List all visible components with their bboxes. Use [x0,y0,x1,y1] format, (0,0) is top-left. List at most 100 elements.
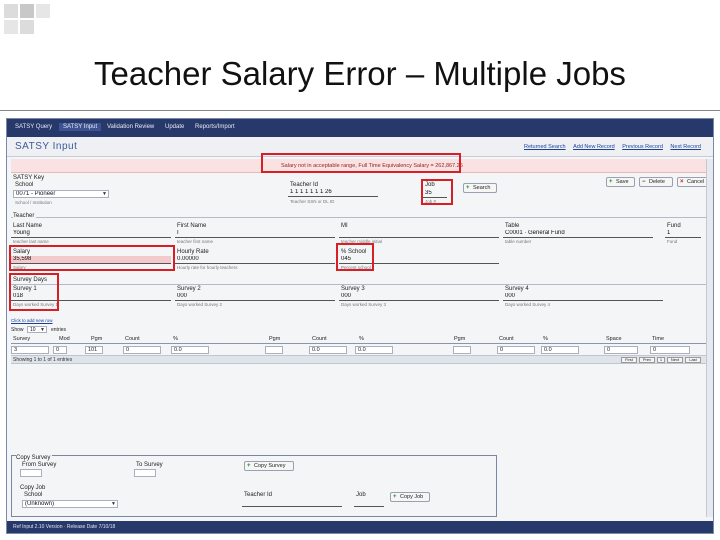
cell-count-2[interactable]: 0.0 [309,346,347,354]
grid-header-rule [11,343,707,344]
next-record-link[interactable]: Next Record [670,144,701,150]
plus-icon: + [609,179,613,185]
cancel-button[interactable]: × Cancel [677,177,709,187]
teacher-section-label: Teacher [13,213,37,219]
nav-satsy-query[interactable]: SATSY Query [15,124,52,130]
entries-label: entries [51,327,67,333]
survey-days-fieldset-border [11,284,707,285]
fund-label: Fund [667,223,681,229]
copy-job-job-label: Job [356,492,366,498]
copy-job-button[interactable]: + Copy Job [390,492,430,502]
chevron-down-icon: ▼ [40,327,45,333]
nav-update[interactable]: Update [165,124,184,130]
cell-survey[interactable]: 3 [11,346,49,354]
pager-last-button[interactable]: Last [685,357,701,363]
page-size-select[interactable]: 10 ▼ [27,326,47,333]
record-navigation: Returned Search Add New Record Previous … [518,144,701,150]
pager-first-button[interactable]: First [621,357,637,363]
nav-satsy-input[interactable]: SATSY Input [59,123,102,131]
copy-job-teacher-id-label: Teacher Id [244,492,273,498]
cell-count-3[interactable]: 0 [497,346,535,354]
copy-job-teacher-id-input[interactable] [242,499,342,507]
school-select[interactable]: 0071 - Pioneer ▼ [13,190,109,198]
survey-3-input[interactable]: 000 [339,293,499,301]
teacher-id-input[interactable]: 1 1 1 1 1 1 1 26 [288,189,378,197]
plus-icon: + [247,463,251,469]
grid-status-text: Showing 1 to 1 of 1 entries [13,357,73,363]
copy-job-section-label: Copy Job [20,485,46,491]
pct-school-highlight-box [336,243,374,271]
survey-2-input[interactable]: 000 [175,293,335,301]
cell-mod[interactable]: 0 [53,346,67,354]
delete-button[interactable]: − Delete [639,177,673,187]
fund-help: Fund [667,239,678,244]
cell-pct-1[interactable]: 0.0 [171,346,209,354]
chevron-down-icon: ▼ [111,501,116,507]
survey-4-input[interactable]: 000 [503,293,663,301]
copy-survey-button[interactable]: + Copy Survey [244,461,294,471]
pager-next-button[interactable]: Next [667,357,683,363]
copy-survey-section-label: Copy Survey [16,455,53,461]
mi-input[interactable] [339,230,499,238]
plus-icon: + [393,494,397,500]
from-survey-label: From Survey [22,462,57,468]
footer-version: Ref Input 2.10 Version · Release Date 7/… [13,524,116,530]
col-pct-2[interactable]: % [359,336,364,342]
last-name-input[interactable]: Young [11,230,171,238]
grid-pager: Showing 1 to 1 of 1 entries First Prev 1… [11,355,707,364]
nav-reports-import[interactable]: Reports/Import [195,124,235,130]
add-row-link[interactable]: Click to add new row [11,318,53,323]
col-survey[interactable]: Survey [13,336,30,342]
job-highlight-box [421,179,453,205]
col-count-1[interactable]: Count [125,336,140,342]
add-new-record-link[interactable]: Add New Record [573,144,615,150]
slide-decoration [0,0,60,40]
fund-input[interactable]: 1 [665,230,701,238]
cell-pgm-1[interactable]: 101 [85,346,103,354]
col-mod[interactable]: Mod [59,336,70,342]
salary-highlight-box [9,245,175,271]
table-input[interactable]: C0001 · General Fund [503,230,653,238]
copy-job-school-select[interactable]: (Unknown) ▼ [22,500,118,508]
nav-validation-review[interactable]: Validation Review [107,124,154,130]
col-pct-3[interactable]: % [543,336,548,342]
cell-count-1[interactable]: 0 [123,346,161,354]
copy-job-school-value: (Unknown) [25,501,55,507]
col-pct-1[interactable]: % [173,336,178,342]
vertical-scrollbar[interactable] [706,159,713,517]
search-button[interactable]: + Search [463,183,497,193]
cell-time[interactable]: 0 [650,346,690,354]
pager-prev-button[interactable]: Prev [639,357,655,363]
teacher-fieldset-border [11,217,707,218]
previous-record-link[interactable]: Previous Record [622,144,663,150]
save-button[interactable]: + Save [606,177,635,187]
copy-job-job-input[interactable] [354,499,384,507]
col-pgm-2[interactable]: Pgm [269,336,280,342]
from-survey-input[interactable] [20,469,42,477]
col-count-3[interactable]: Count [499,336,514,342]
to-survey-input[interactable] [134,469,156,477]
survey-2-help: Days worked Survey 2 [177,302,223,307]
col-space[interactable]: Space [606,336,622,342]
close-icon: × [680,179,684,185]
satsy-app-window: SATSY Query SATSY Input Validation Revie… [6,118,714,534]
teacher-id-label: Teacher Id [290,182,319,188]
cell-pgm-2[interactable] [265,346,283,354]
returned-search-link[interactable]: Returned Search [524,144,566,150]
col-count-2[interactable]: Count [312,336,327,342]
survey-2-label: Survey 2 [177,286,201,292]
to-survey-label: To Survey [136,462,163,468]
col-time[interactable]: Time [652,336,664,342]
col-pgm-1[interactable]: Pgm [91,336,102,342]
last-name-label: Last Name [13,223,43,229]
title-divider [0,110,720,111]
pager-page-1-button[interactable]: 1 [657,357,665,363]
cell-pct-3[interactable]: 0.0 [541,346,579,354]
first-name-input[interactable]: I [175,230,335,238]
page-title: SATSY Input [15,141,78,152]
hourly-rate-input[interactable]: 0.00000 [175,256,335,264]
cell-pgm-3[interactable] [453,346,471,354]
cell-pct-2[interactable]: 0.0 [355,346,393,354]
col-pgm-3[interactable]: Pgm [454,336,465,342]
cell-space[interactable]: 0 [604,346,638,354]
